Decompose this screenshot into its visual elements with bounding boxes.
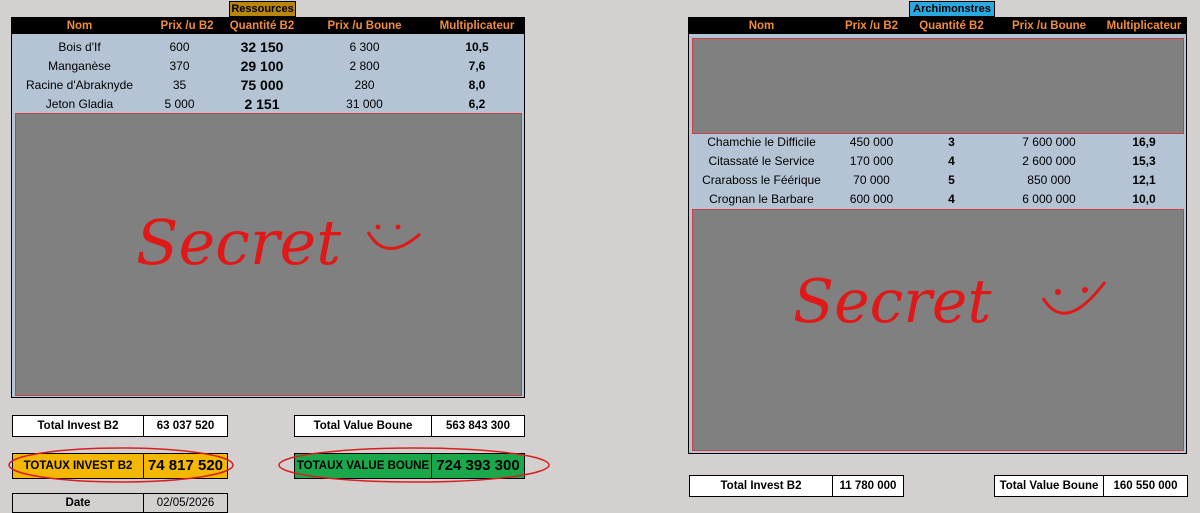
table-row: Citassaté le Service 170 000 4 2 600 000…	[689, 152, 1186, 171]
table-row: Craraboss le Féérique 70 000 5 850 000 1…	[689, 171, 1186, 190]
total-value-boune-box: Total Value Boune 563 843 300	[294, 415, 525, 437]
archimonstres-table: Nom Prix /u B2 Quantité B2 Prix /u Boune…	[688, 17, 1187, 454]
smiley-mouth-icon	[1041, 281, 1107, 315]
secret-panel-top	[692, 38, 1184, 134]
col-nom: Nom	[748, 20, 775, 32]
total-invest-b2-box: Total Invest B2 11 780 000	[689, 475, 904, 497]
table-row: Manganèse 370 29 100 2 800 7,6	[12, 57, 524, 76]
cell-nom: Bois d'If	[58, 40, 101, 54]
date-label: Date	[65, 497, 91, 509]
total-invest-b2-box: Total Invest B2 63 037 520	[12, 415, 228, 437]
cell-prix-b2: 70 000	[853, 173, 890, 187]
smiley-eye-icon	[1082, 287, 1088, 293]
cell-mult: 10,5	[465, 40, 489, 54]
table-row: Racine d'Abraknyde 35 75 000 280 8,0	[12, 76, 524, 95]
total-invest-label: Total Invest B2	[720, 480, 802, 492]
cell-quantite: 2 151	[244, 96, 280, 112]
total-value-label: Total Value Boune	[313, 420, 413, 432]
cell-mult: 8,0	[468, 78, 486, 92]
cell-prix-boune: 31 000	[346, 97, 383, 111]
cell-nom: Citassaté le Service	[708, 154, 815, 168]
cell-prix-b2: 5 000	[164, 97, 195, 111]
secret-panel: Secret	[692, 209, 1184, 451]
secret-text: Secret	[136, 206, 341, 279]
date-box: Date 02/05/2026	[12, 493, 228, 513]
ressources-header: Nom Prix /u B2 Quantité B2 Prix /u Boune…	[12, 18, 524, 34]
cell-quantite: 3	[948, 135, 955, 149]
secret-text: Secret	[793, 267, 992, 337]
col-multiplicateur: Multiplicateur	[439, 20, 515, 32]
secret-scribble: Secret	[793, 267, 1107, 337]
cell-mult: 7,6	[468, 59, 486, 73]
smiley-mouth-icon	[366, 231, 421, 250]
cell-nom: Crognan le Barbare	[709, 192, 814, 206]
smiley-eye-icon	[395, 224, 401, 230]
cell-quantite: 29 100	[240, 58, 284, 74]
cell-nom: Craraboss le Féérique	[702, 173, 821, 187]
cell-prix-b2: 600 000	[849, 192, 894, 206]
cell-prix-b2: 35	[172, 78, 187, 92]
cell-prix-b2: 600	[169, 40, 190, 54]
smiley-eye-icon	[1055, 289, 1061, 295]
col-prix-boune: Prix /u Boune	[327, 20, 402, 32]
archimonstres-header: Nom Prix /u B2 Quantité B2 Prix /u Boune…	[689, 18, 1186, 34]
ressources-tag: Ressources	[229, 1, 296, 17]
cell-mult: 12,1	[1132, 173, 1156, 187]
table-row: Bois d'If 600 32 150 6 300 10,5	[12, 38, 524, 57]
col-nom: Nom	[66, 20, 93, 32]
cell-nom: Chamchie le Difficile	[707, 135, 816, 149]
total-invest-label: Total Invest B2	[37, 420, 119, 432]
cell-mult: 6,2	[468, 97, 486, 111]
cell-mult: 15,3	[1132, 154, 1156, 168]
table-row: Crognan le Barbare 600 000 4 6 000 000 1…	[689, 190, 1186, 209]
cell-mult: 10,0	[1132, 192, 1156, 206]
cell-prix-b2: 170 000	[849, 154, 894, 168]
cell-quantite: 32 150	[240, 39, 284, 55]
cell-prix-boune: 2 800	[349, 59, 380, 73]
value-highlight-ellipse	[278, 447, 550, 483]
ressources-table: Nom Prix /u B2 Quantité B2 Prix /u Boune…	[11, 17, 525, 398]
col-prix-b2: Prix /u B2	[160, 20, 214, 32]
table-row: Jeton Gladia 5 000 2 151 31 000 6,2	[12, 95, 524, 114]
cell-nom: Racine d'Abraknyde	[25, 78, 134, 92]
smiley-eye-icon	[375, 224, 381, 230]
cell-prix-boune: 850 000	[1027, 173, 1071, 187]
total-value-value: 160 550 000	[1113, 480, 1178, 492]
col-quantite-b2: Quantité B2	[229, 20, 295, 32]
table-row: Chamchie le Difficile 450 000 3 7 600 00…	[689, 133, 1186, 152]
col-prix-boune: Prix /u Boune	[1011, 20, 1087, 32]
cell-prix-boune: 6 300	[349, 40, 380, 54]
archimonstres-tag: Archimonstres	[909, 1, 995, 17]
cell-prix-boune: 6 000 000	[1022, 192, 1076, 206]
cell-prix-b2: 450 000	[849, 135, 894, 149]
cell-nom: Jeton Gladia	[45, 97, 114, 111]
total-value-label: Total Value Boune	[999, 480, 1099, 492]
cell-quantite: 4	[948, 192, 955, 206]
invest-highlight-ellipse	[8, 447, 234, 483]
total-invest-value: 11 780 000	[839, 480, 897, 492]
cell-quantite: 75 000	[240, 77, 284, 93]
cell-mult: 16,9	[1132, 135, 1156, 149]
total-invest-value: 63 037 520	[156, 420, 215, 432]
secret-scribble: Secret	[136, 206, 421, 279]
cell-prix-boune: 7 600 000	[1022, 135, 1076, 149]
cell-nom: Manganèse	[48, 59, 111, 73]
cell-quantite: 4	[948, 154, 955, 168]
secret-panel: Secret	[15, 113, 522, 396]
date-value: 02/05/2026	[156, 497, 215, 509]
cell-prix-boune: 280	[354, 78, 375, 92]
col-quantite-b2: Quantité B2	[919, 20, 984, 32]
total-value-value: 563 843 300	[446, 420, 510, 432]
cell-quantite: 5	[948, 173, 955, 187]
total-value-boune-box: Total Value Boune 160 550 000	[994, 475, 1188, 497]
cell-prix-b2: 370	[169, 59, 190, 73]
col-multiplicateur: Multiplicateur	[1106, 20, 1182, 32]
cell-prix-boune: 2 600 000	[1022, 154, 1076, 168]
col-prix-b2: Prix /u B2	[844, 20, 899, 32]
